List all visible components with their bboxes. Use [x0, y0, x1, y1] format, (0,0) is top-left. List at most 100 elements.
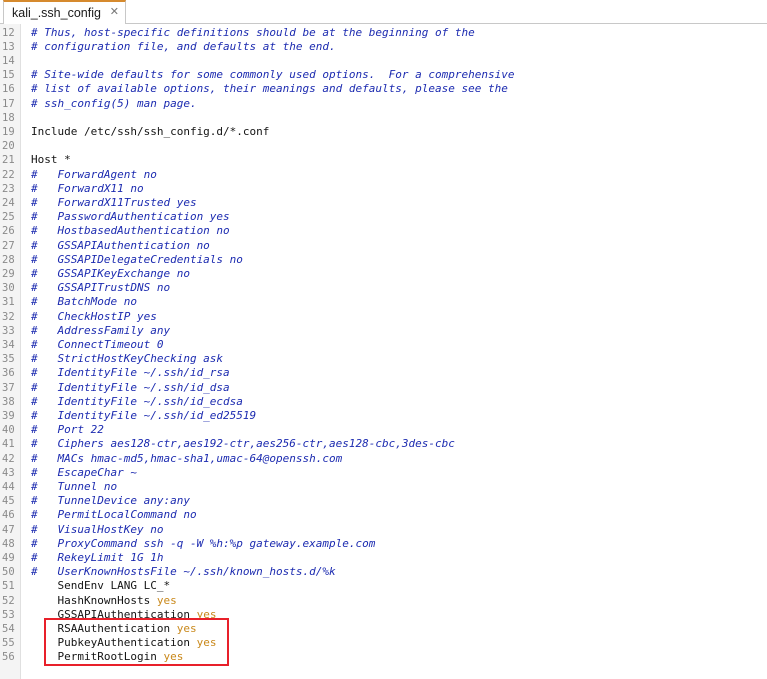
- line-text: # MACs hmac-md5,hmac-sha1,umac-64@openss…: [31, 452, 342, 466]
- code-line: 19 Include /etc/ssh/ssh_config.d/*.conf: [0, 125, 767, 139]
- code-line: 21 Host *: [0, 153, 767, 167]
- line-number: 42: [2, 452, 15, 465]
- comment-text: # BatchMode no: [31, 295, 137, 309]
- tab-bar: kali_.ssh_config ✕: [0, 0, 767, 24]
- line-text: # GSSAPITrustDNS no: [31, 281, 170, 295]
- line-number: 44: [2, 480, 15, 493]
- line-number: 31: [2, 296, 15, 309]
- line-number: 24: [2, 196, 15, 209]
- comment-text: # EscapeChar ~: [31, 465, 137, 479]
- line-text: # Port 22: [31, 423, 104, 437]
- code-line: 47 # VisualHostKey no: [0, 523, 767, 537]
- line-number: 46: [2, 509, 15, 522]
- comment-text: # AddressFamily any: [31, 323, 171, 337]
- line-number: 18: [2, 111, 15, 124]
- line-text: # RekeyLimit 1G 1h: [31, 551, 163, 565]
- code-line: 46 # PermitLocalCommand no: [0, 508, 767, 522]
- code-line: 30 # GSSAPITrustDNS no: [0, 281, 767, 295]
- code-line: 44 # Tunnel no: [0, 480, 767, 494]
- comment-text: # Tunnel no: [31, 479, 118, 493]
- line-number: 49: [2, 551, 15, 564]
- line-text: # ForwardX11Trusted yes: [31, 196, 197, 210]
- line-text: # GSSAPIDelegateCredentials no: [31, 253, 243, 267]
- code-line: 40 # Port 22: [0, 423, 767, 437]
- directive-text: SendEnv LANG LC_*: [31, 579, 171, 593]
- comment-text: # CheckHostIP yes: [31, 309, 157, 323]
- code-line: 37 # IdentityFile ~/.ssh/id_dsa: [0, 381, 767, 395]
- line-text: Host *: [31, 153, 71, 167]
- line-text: # Site-wide defaults for some commonly u…: [31, 68, 514, 82]
- tab-kali-ssh-config[interactable]: kali_.ssh_config ✕: [3, 0, 126, 24]
- line-number: 41: [2, 438, 15, 451]
- comment-text: # PermitLocalCommand no: [31, 508, 197, 522]
- code-line: 32 # CheckHostIP yes: [0, 310, 767, 324]
- line-text: HashKnownHosts yes: [31, 593, 177, 608]
- code-line: 26 # HostbasedAuthentication no: [0, 224, 767, 238]
- code-line: 43 # EscapeChar ~: [0, 466, 767, 480]
- line-text: # Ciphers aes128-ctr,aes192-ctr,aes256-c…: [31, 437, 455, 451]
- line-number: 36: [2, 367, 15, 380]
- code-line: 36 # IdentityFile ~/.ssh/id_rsa: [0, 366, 767, 380]
- code-line: 51 SendEnv LANG LC_*: [0, 579, 767, 593]
- code-line: 12 # Thus, host-specific definitions shou…: [0, 26, 767, 40]
- code-line: 38 # IdentityFile ~/.ssh/id_ecdsa: [0, 395, 767, 409]
- line-number: 52: [2, 594, 15, 607]
- line-number: 32: [2, 310, 15, 323]
- line-text: # PermitLocalCommand no: [31, 508, 197, 522]
- comment-text: # HostbasedAuthentication no: [31, 224, 230, 238]
- line-number: 38: [2, 395, 15, 408]
- close-icon[interactable]: ✕: [110, 5, 119, 18]
- directive-text: HashKnownHosts: [31, 593, 157, 607]
- code-editor[interactable]: 12 # Thus, host-specific definitions shou…: [0, 24, 767, 679]
- line-text: # ConnectTimeout 0: [31, 338, 163, 352]
- line-number: 43: [2, 466, 15, 479]
- comment-text: # RekeyLimit 1G 1h: [31, 550, 164, 564]
- line-text: # ProxyCommand ssh -q -W %h:%p gateway.e…: [31, 537, 375, 551]
- line-text: # CheckHostIP yes: [31, 310, 157, 324]
- line-text: # GSSAPIKeyExchange no: [31, 267, 190, 281]
- code-line: 28 # GSSAPIDelegateCredentials no: [0, 253, 767, 267]
- line-number: 20: [2, 140, 15, 153]
- comment-text: # GSSAPIKeyExchange no: [31, 266, 190, 280]
- line-number: 14: [2, 54, 15, 67]
- line-text: # IdentityFile ~/.ssh/id_ed25519: [31, 409, 256, 423]
- comment-text: # IdentityFile ~/.ssh/id_ecdsa: [31, 394, 243, 408]
- code-line: 34 # ConnectTimeout 0: [0, 338, 767, 352]
- line-number: 29: [2, 267, 15, 280]
- code-line: 25 # PasswordAuthentication yes: [0, 210, 767, 224]
- code-line: 42 # MACs hmac-md5,hmac-sha1,umac-64@open…: [0, 452, 767, 466]
- code-line: 24 # ForwardX11Trusted yes: [0, 196, 767, 210]
- code-line: 22 # ForwardAgent no: [0, 168, 767, 182]
- code-line: 23 # ForwardX11 no: [0, 182, 767, 196]
- comment-text: # TunnelDevice any:any: [31, 494, 190, 508]
- code-line: 18: [0, 111, 767, 125]
- line-text: # AddressFamily any: [31, 324, 170, 338]
- comment-text: # Thus, host-specific definitions should…: [31, 25, 475, 39]
- tab-label: kali_.ssh_config: [12, 6, 101, 20]
- comment-text: # Site-wide defaults for some commonly u…: [31, 68, 515, 82]
- line-number: 35: [2, 353, 15, 366]
- code-line: 48 # ProxyCommand ssh -q -W %h:%p gateway…: [0, 537, 767, 551]
- comment-text: # MACs hmac-md5,hmac-sha1,umac-64@openss…: [31, 451, 343, 465]
- line-text: # TunnelDevice any:any: [31, 494, 190, 508]
- line-number: 48: [2, 537, 15, 550]
- comment-text: # UserKnownHostsFile ~/.ssh/known_hosts.…: [31, 565, 336, 579]
- line-number: 25: [2, 211, 15, 224]
- code-line: 20: [0, 139, 767, 153]
- line-text: # PasswordAuthentication yes: [31, 210, 230, 224]
- line-text: # EscapeChar ~: [31, 466, 137, 480]
- code-line: 45 # TunnelDevice any:any: [0, 494, 767, 508]
- line-number: 51: [2, 580, 15, 593]
- line-text: # ForwardX11 no: [31, 182, 144, 196]
- comment-text: # ConnectTimeout 0: [31, 337, 164, 351]
- line-text: # StrictHostKeyChecking ask: [31, 352, 223, 366]
- directive-value: yes: [156, 593, 177, 607]
- code-line: 41 # Ciphers aes128-ctr,aes192-ctr,aes256…: [0, 437, 767, 451]
- line-number: 33: [2, 324, 15, 337]
- line-number: 30: [2, 282, 15, 295]
- code-line: 14: [0, 54, 767, 68]
- line-number: 45: [2, 495, 15, 508]
- line-number: 15: [2, 69, 15, 82]
- code-line: 35 # StrictHostKeyChecking ask: [0, 352, 767, 366]
- line-text: # IdentityFile ~/.ssh/id_ecdsa: [31, 395, 243, 409]
